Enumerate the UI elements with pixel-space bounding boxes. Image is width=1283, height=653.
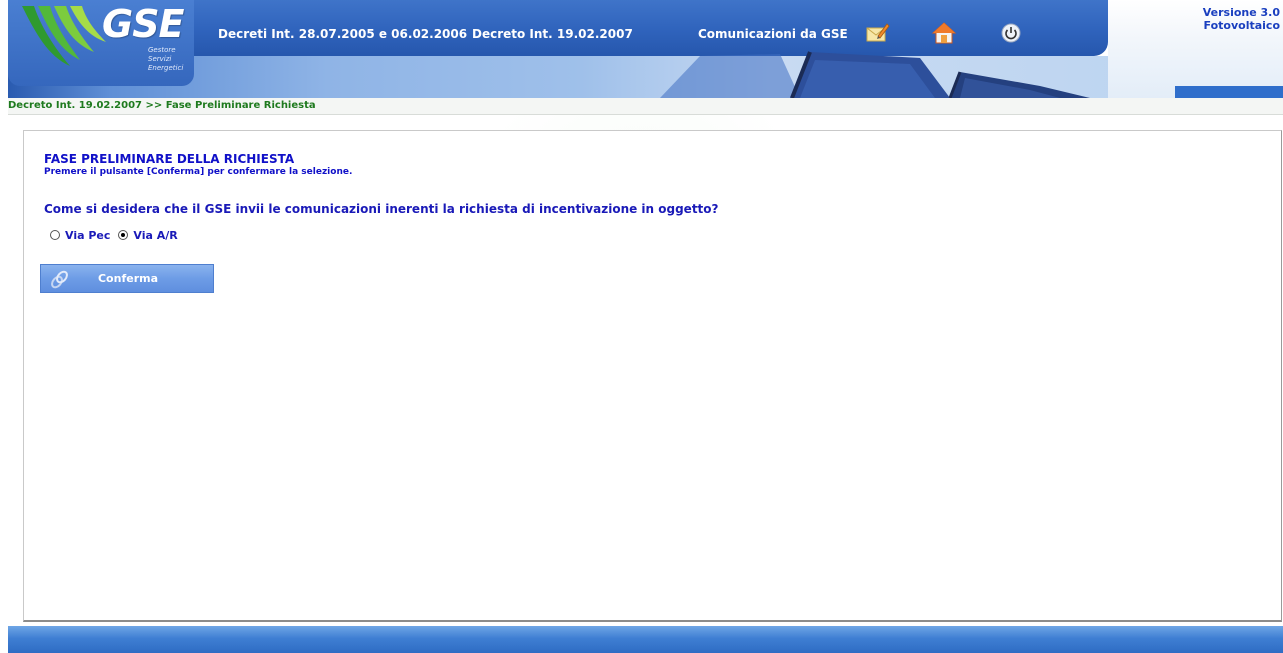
mail-edit-icon[interactable] <box>864 20 890 46</box>
left-margin <box>0 98 8 653</box>
logo-subtitle-line: Gestore <box>148 46 176 54</box>
version-product: Fotovoltaico <box>1203 19 1280 32</box>
home-icon[interactable] <box>931 20 957 46</box>
header-right-strip <box>1175 86 1283 98</box>
footer-bar <box>8 626 1283 653</box>
nav-comunicazioni[interactable]: Comunicazioni da GSE <box>698 27 848 41</box>
communication-options: Via Pec Via A/R <box>50 227 186 243</box>
solar-panels-image <box>660 51 1090 98</box>
page-instructions: Premere il pulsante [Conferma] per confe… <box>44 167 353 177</box>
nav-decreto-2007[interactable]: Decreto Int. 19.02.2007 <box>472 27 633 41</box>
app-header: GSE Gestore Servizi Energetici Decreti I… <box>0 0 1283 98</box>
radio-via-ar[interactable] <box>118 230 129 240</box>
breadcrumb: Decreto Int. 19.02.2007 >> Fase Prelimin… <box>8 100 316 111</box>
radio-via-pec-label[interactable]: Via Pec <box>65 229 110 242</box>
logo-subtitle-line: Energetici <box>148 64 184 72</box>
nav-decreti-2005-2006[interactable]: Decreti Int. 28.07.2005 e 06.02.2006 <box>218 27 467 41</box>
confirm-button-label: Conferma <box>97 272 159 285</box>
confirm-button[interactable]: Conferma <box>40 264 214 293</box>
logo-text: GSE <box>102 2 185 46</box>
power-icon[interactable] <box>998 20 1024 46</box>
radio-via-pec[interactable] <box>50 230 60 240</box>
version-number: Versione 3.0 <box>1202 6 1280 19</box>
logo-subtitle-line: Servizi <box>148 55 172 63</box>
gse-logo-icon <box>22 6 106 66</box>
logo-subtitle: Gestore Servizi Energetici <box>148 46 194 73</box>
version-label: Versione 3.0 Fotovoltaico <box>1203 6 1280 32</box>
communication-question: Come si desidera che il GSE invii le com… <box>44 202 719 216</box>
page-title: FASE PRELIMINARE DELLA RICHIESTA <box>44 152 295 166</box>
radio-via-ar-label[interactable]: Via A/R <box>133 229 177 242</box>
